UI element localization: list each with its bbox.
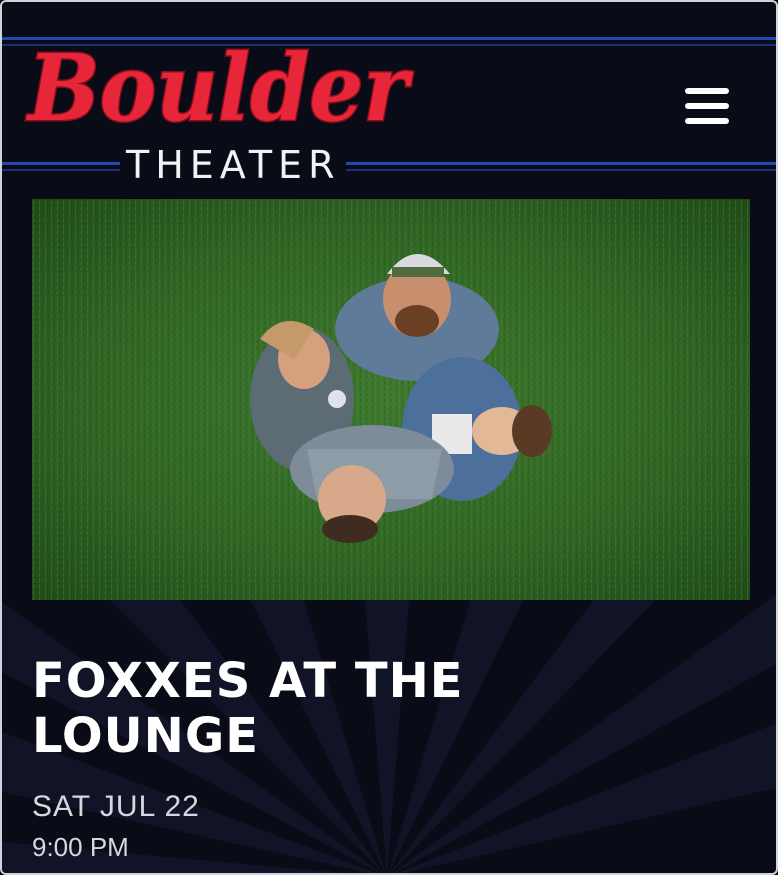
band-photo	[32, 199, 750, 600]
event-title-line-1: FOXXES AT THE	[32, 653, 464, 709]
hamburger-menu-icon[interactable]	[681, 86, 731, 126]
event-hero-image	[32, 199, 750, 600]
header-stripe-bottom	[2, 162, 776, 165]
event-time: 9:00 PM	[32, 832, 129, 862]
logo-script-graphic: Boulder	[24, 33, 416, 144]
logo-theater-text: THEATER	[120, 144, 347, 186]
logo-script-text: Boulder	[25, 34, 414, 142]
header-stripe-bottom-thin	[2, 169, 776, 171]
event-date: SAT JUL 22	[32, 790, 200, 823]
site-header: Boulder THEATER	[2, 2, 776, 192]
app-frame: Boulder THEATER FOXXES AT THE LOUNGE SAT…	[0, 0, 778, 875]
event-title: FOXXES AT THE LOUNGE	[32, 654, 732, 764]
event-title-line-2: LOUNGE	[32, 708, 260, 764]
